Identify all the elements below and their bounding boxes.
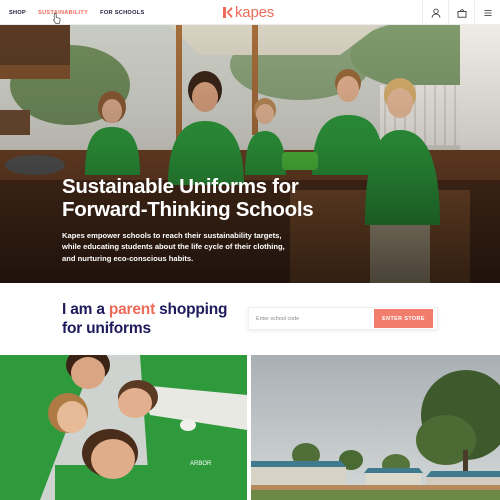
logo-text: kapes (235, 3, 275, 21)
hero-description-line-2: while educating students about the life … (62, 242, 285, 252)
main-nav: SHOP SUSTAINABILITY FOR SCHOOLS (9, 0, 156, 25)
header-actions (422, 0, 500, 25)
cart-icon (457, 8, 466, 18)
hero-title-line-1: Sustainable Uniforms for (62, 175, 299, 198)
hero-section: Sustainable Uniforms for Forward-Thinkin… (0, 25, 500, 283)
hero-description-line-3: and nurturing eco-conscious habits. (62, 253, 194, 263)
hero-description: Kapes empower schools to reach their sus… (62, 230, 332, 264)
parent-heading: I am a parent shopping for uniforms (62, 300, 252, 338)
parent-heading-highlight: parent (108, 301, 156, 318)
account-icon (431, 8, 440, 18)
parent-heading-prefix: I am a (62, 301, 109, 318)
school-building-image (251, 355, 500, 500)
cart-button[interactable] (448, 0, 474, 25)
kapes-logo[interactable]: kapes (222, 3, 274, 21)
kapes-logo-icon (223, 6, 233, 18)
account-button[interactable] (422, 0, 448, 25)
school-building-photo (251, 355, 500, 500)
hero-title: Sustainable Uniforms for Forward-Thinkin… (62, 175, 392, 221)
nav-sustainability[interactable]: SUSTAINABILITY (38, 10, 88, 16)
nav-shop[interactable]: SHOP (9, 10, 26, 16)
parent-heading-line-2: for uniforms (62, 320, 151, 337)
parent-store-section: I am a parent shopping for uniforms ENTE… (0, 283, 500, 355)
menu-button[interactable] (474, 0, 500, 25)
shirt-text: ARBOR (190, 461, 212, 467)
school-code-input[interactable] (249, 308, 376, 329)
nav-for-schools[interactable]: FOR SCHOOLS (100, 10, 144, 16)
school-code-form: ENTER STORE (248, 307, 438, 330)
enter-store-button[interactable]: ENTER STORE (374, 309, 433, 328)
hero-description-line-1: Kapes empower schools to reach their sus… (62, 231, 282, 240)
hand-cursor-icon (53, 13, 61, 24)
menu-icon (484, 9, 491, 16)
parent-heading-suffix: shopping (155, 301, 228, 318)
site-header: SHOP SUSTAINABILITY FOR SCHOOLS kapes (0, 0, 500, 25)
kids-huddle-photo: ARBOR (0, 355, 247, 500)
kids-huddle-image: ARBOR (0, 355, 247, 500)
hero-title-line-2: Forward-Thinking Schools (62, 198, 314, 221)
